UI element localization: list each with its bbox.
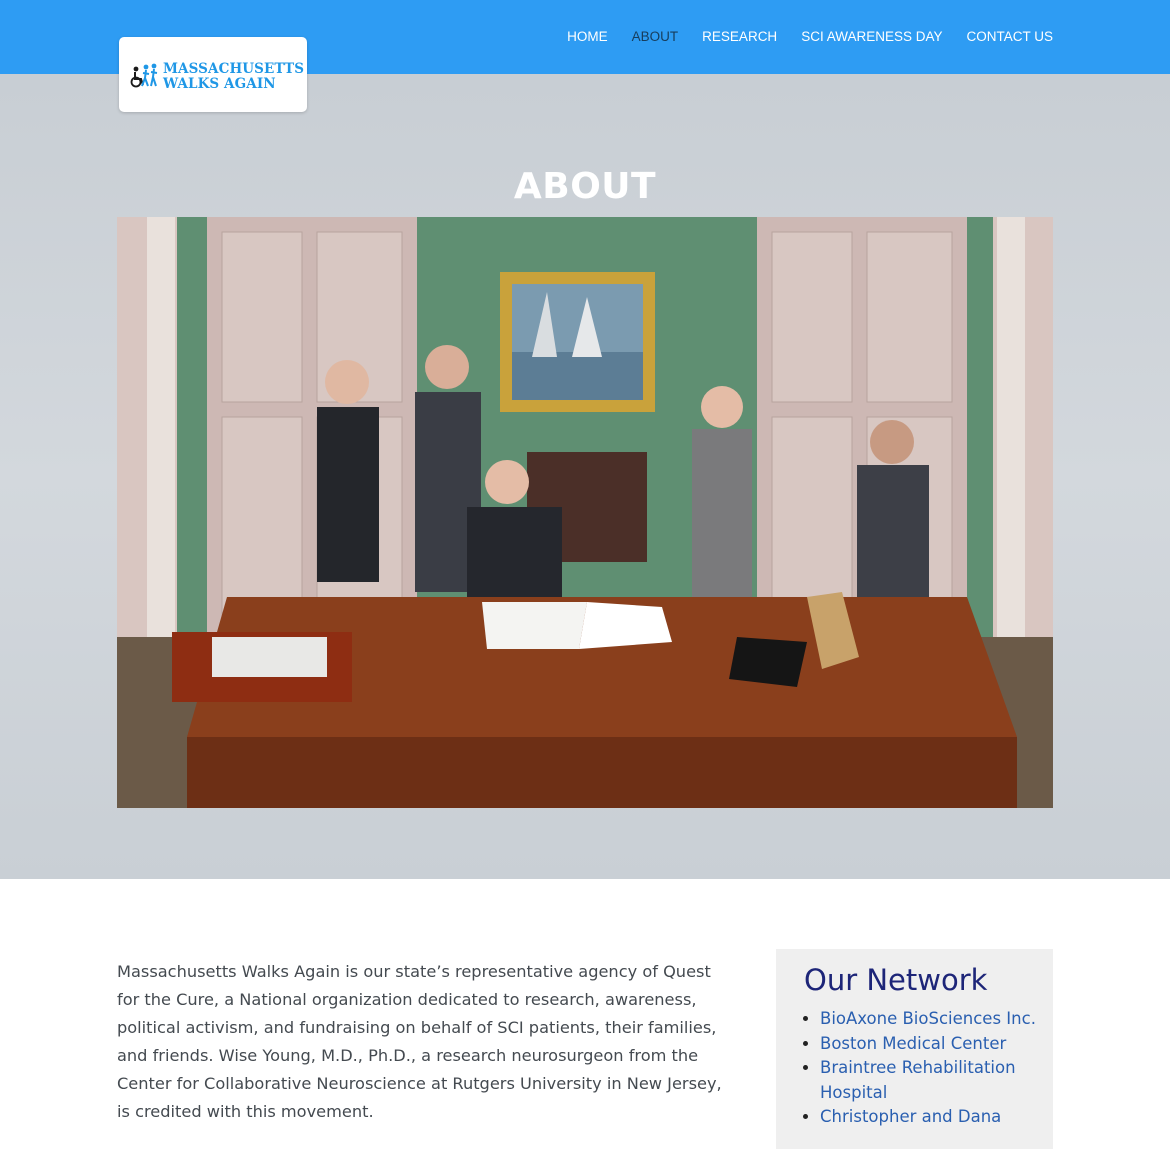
logo-wordmark: MASSACHUSETTS WALKS AGAIN	[163, 62, 304, 92]
network-list: BioAxone BioSciences Inc. Boston Medical…	[804, 1007, 1055, 1130]
list-item: Braintree Rehabilitation Hospital	[820, 1056, 1055, 1105]
site-logo[interactable]: MASSACHUSETTS WALKS AGAIN	[119, 37, 307, 112]
list-item: Christopher and Dana	[820, 1105, 1055, 1130]
logo-line-2: WALKS AGAIN	[163, 76, 276, 92]
list-item: Boston Medical Center	[820, 1032, 1055, 1057]
network-link-boston-medical-center[interactable]: Boston Medical Center	[820, 1034, 1006, 1053]
hero-photo	[117, 217, 1053, 808]
about-paragraph: Massachusetts Walks Again is our state’s…	[117, 962, 722, 1121]
our-network-widget: Our Network BioAxone BioSciences Inc. Bo…	[776, 949, 1053, 1149]
nav-contact-us[interactable]: CONTACT US	[966, 29, 1053, 44]
nav-about[interactable]: ABOUT	[632, 29, 679, 44]
sidebar-title: Our Network	[804, 963, 988, 997]
network-link-bioaxone[interactable]: BioAxone BioSciences Inc.	[820, 1009, 1036, 1028]
page-title: ABOUT	[513, 166, 657, 208]
list-item: BioAxone BioSciences Inc.	[820, 1007, 1055, 1032]
nav-research[interactable]: RESEARCH	[702, 29, 777, 44]
logo-line-1: MASSACHUSETTS	[163, 61, 305, 77]
network-link-christopher-and-dana[interactable]: Christopher and Dana	[820, 1107, 1001, 1126]
network-link-braintree-rehabilitation[interactable]: Braintree Rehabilitation Hospital	[820, 1058, 1016, 1102]
hero-section: ABOUT	[0, 74, 1170, 879]
bill-signing-photo	[117, 217, 1053, 808]
wheelchair-walking-figures-icon	[130, 63, 158, 88]
nav-home[interactable]: HOME	[567, 29, 608, 44]
nav-sci-awareness-day[interactable]: SCI AWARENESS DAY	[801, 29, 942, 44]
main-nav: HOME ABOUT RESEARCH SCI AWARENESS DAY CO…	[567, 29, 1053, 44]
